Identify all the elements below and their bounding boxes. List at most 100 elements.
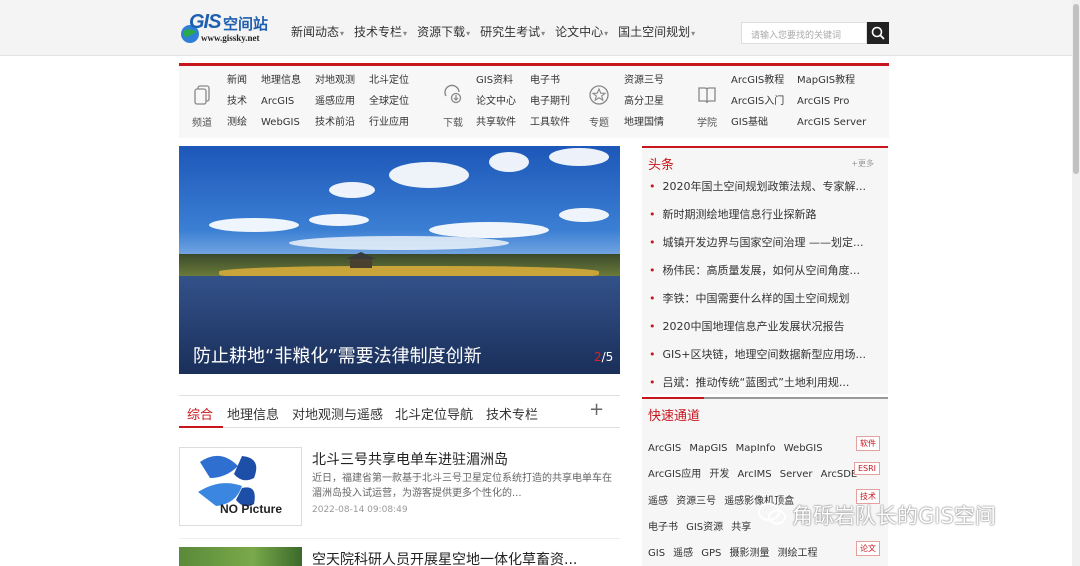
headline-item[interactable]: 新时期测绘地理信息行业探新路: [649, 206, 817, 222]
channel-group-label: 频道: [192, 118, 212, 129]
fast-link[interactable]: 测绘工程: [778, 548, 818, 559]
channel-group-label: 专题: [589, 118, 609, 129]
tab-overview[interactable]: 综合: [187, 404, 213, 423]
channel-link[interactable]: 遥感应用: [315, 95, 355, 109]
fast-link[interactable]: Server: [780, 469, 813, 480]
search-button[interactable]: [867, 22, 889, 44]
channel-link[interactable]: 对地观测: [315, 74, 355, 88]
article-title[interactable]: 北斗三号共享电单车进驻湄洲岛: [312, 449, 508, 469]
channel-link[interactable]: 电子书: [530, 74, 570, 88]
page-scrollbar[interactable]: [1072, 0, 1080, 566]
more-link[interactable]: +更多: [851, 158, 874, 169]
tab-tech[interactable]: 技术专栏: [486, 404, 538, 423]
headline-item[interactable]: 2020年国土空间规划政策法规、专家解...: [649, 178, 866, 194]
site-logo[interactable]: GIS 空间站 www.gissky.net: [179, 11, 274, 47]
channel-link[interactable]: 技术前沿: [315, 116, 355, 130]
fast-link[interactable]: ArcSDE: [821, 469, 858, 480]
banner-slideshow[interactable]: 防止耕地“非粮化”需要法律制度创新 2/5: [179, 146, 620, 374]
fast-channel-panel: 快速通道 ArcGIS MapGIS MapInfo WebGIS 软件 Arc…: [642, 397, 888, 566]
channel-link[interactable]: GIS资料: [476, 74, 516, 88]
top-bar: GIS 空间站 www.gissky.net 新闻动态▾ 技术专栏▾ 资源下载▾…: [0, 0, 1080, 56]
channel-link[interactable]: ArcGIS入门: [731, 95, 784, 109]
banner-pager[interactable]: 2/5: [594, 350, 613, 364]
channel-links-col: 对地观测 遥感应用 技术前沿: [315, 74, 355, 130]
fast-link[interactable]: 开发: [709, 469, 729, 480]
channel-link[interactable]: 地理信息: [261, 74, 301, 88]
nav-item-news[interactable]: 新闻动态▾: [291, 23, 344, 40]
fast-link[interactable]: 摄影测量: [729, 548, 769, 559]
channel-links-col: 电子书 电子期刊 工具软件: [530, 74, 570, 130]
channel-link[interactable]: 共享软件: [476, 116, 516, 130]
headline-item[interactable]: GIS+区块链，地理空间数据新型应用场...: [649, 346, 866, 362]
search-input[interactable]: 请输入您要找的关键词: [741, 22, 867, 44]
nav-item-papers[interactable]: 论文中心▾: [555, 23, 608, 40]
channel-link[interactable]: 资源三号: [624, 74, 664, 88]
channel-link[interactable]: ArcGIS Pro: [797, 95, 866, 109]
fast-link[interactable]: GPS: [701, 548, 721, 559]
channel-link[interactable]: 技术: [227, 95, 247, 109]
banner-page-current: 2: [594, 350, 602, 364]
headline-item[interactable]: 城镇开发边界与国家空间治理 ——划定...: [649, 234, 864, 250]
nav-item-exam[interactable]: 研究生考试▾: [480, 23, 545, 40]
category-tag[interactable]: 论文: [856, 541, 880, 556]
nav-item-planning[interactable]: 国土空间规划▾: [618, 23, 695, 40]
channel-link[interactable]: GIS基础: [731, 116, 784, 130]
channel-link[interactable]: 北斗定位: [369, 74, 409, 88]
article-item[interactable]: 空天院科研人员开展星空地一体化草畜资...: [179, 547, 620, 566]
copy-icon: [187, 84, 217, 110]
channel-link[interactable]: 地理国情: [624, 116, 664, 130]
channel-link[interactable]: 高分卫星: [624, 95, 664, 109]
channel-links-col: MapGIS教程 ArcGIS Pro ArcGIS Server: [797, 74, 866, 130]
fast-link[interactable]: ArcIMS: [737, 469, 771, 480]
fast-link[interactable]: ArcGIS应用: [648, 469, 701, 480]
fast-row: GIS 遥感 GPS 摄影测量 测绘工程 论文: [648, 541, 884, 559]
nav-item-download[interactable]: 资源下载▾: [417, 23, 470, 40]
fast-link[interactable]: MapGIS: [689, 443, 727, 454]
headline-item[interactable]: 吕斌：推动传统“蓝图式”土地利用规...: [649, 374, 850, 390]
article-summary: 近日，福建省第一款基于北斗三号卫星定位系统打造的共享电单车在湄洲岛投入试运营，为…: [312, 473, 612, 499]
article-title[interactable]: 空天院科研人员开展星空地一体化草畜资...: [312, 549, 577, 566]
fast-link[interactable]: WebGIS: [784, 443, 823, 454]
fast-link[interactable]: MapInfo: [736, 443, 776, 454]
channel-link[interactable]: WebGIS: [261, 116, 301, 130]
fast-link[interactable]: 遥感: [648, 496, 668, 507]
nav-item-tech[interactable]: 技术专栏▾: [354, 23, 407, 40]
channel-link[interactable]: ArcGIS教程: [731, 74, 784, 88]
banner-caption[interactable]: 防止耕地“非粮化”需要法律制度创新: [193, 342, 482, 368]
book-icon: [692, 84, 722, 110]
channel-link[interactable]: ArcGIS Server: [797, 116, 866, 130]
tab-geo-info[interactable]: 地理信息: [227, 404, 279, 423]
channel-link[interactable]: 新闻: [227, 74, 247, 88]
channel-link[interactable]: MapGIS教程: [797, 74, 866, 88]
headline-item[interactable]: 李铁：中国需要什么样的国土空间规划: [649, 290, 850, 306]
tab-beidou[interactable]: 北斗定位导航: [395, 404, 473, 423]
fast-link[interactable]: GIS: [648, 548, 665, 559]
fast-link[interactable]: 资源三号: [676, 496, 716, 507]
channel-link[interactable]: 测绘: [227, 116, 247, 130]
channel-link[interactable]: 全球定位: [369, 95, 409, 109]
fast-link[interactable]: 遥感: [673, 548, 693, 559]
scrollbar-thumb[interactable]: [1073, 4, 1079, 174]
channel-link[interactable]: 行业应用: [369, 116, 409, 130]
article-item[interactable]: NO Picture 北斗三号共享电单车进驻湄洲岛 近日，福建省第一款基于北斗三…: [179, 447, 620, 537]
channel-link[interactable]: 工具软件: [530, 116, 570, 130]
channel-link[interactable]: 论文中心: [476, 95, 516, 109]
article-thumbnail[interactable]: [179, 547, 302, 566]
fast-link[interactable]: ArcGIS: [648, 443, 681, 454]
channel-link[interactable]: ArcGIS: [261, 95, 301, 109]
main-nav: 新闻动态▾ 技术专栏▾ 资源下载▾ 研究生考试▾ 论文中心▾ 国土空间规划▾: [291, 23, 705, 40]
tab-earth-observation[interactable]: 对地观测与遥感: [292, 404, 383, 423]
channel-link[interactable]: 电子期刊: [530, 95, 570, 109]
headline-item[interactable]: 2020中国地理信息产业发展状况报告: [649, 318, 845, 334]
article-thumbnail[interactable]: NO Picture: [179, 447, 302, 526]
fast-link[interactable]: 共享: [731, 522, 751, 533]
category-tag[interactable]: 软件: [856, 436, 880, 451]
category-tag[interactable]: ESRI: [853, 462, 880, 475]
headline-item[interactable]: 杨伟民：高质量发展，如何从空间角度...: [649, 262, 861, 278]
plus-icon[interactable]: +: [589, 399, 604, 420]
cloud-shape: [309, 214, 369, 226]
fast-link[interactable]: GIS资源: [686, 522, 723, 533]
fast-link[interactable]: 电子书: [648, 522, 678, 533]
fast-row: ArcGIS MapGIS MapInfo WebGIS 软件: [648, 436, 884, 454]
cloud-shape: [489, 152, 529, 172]
